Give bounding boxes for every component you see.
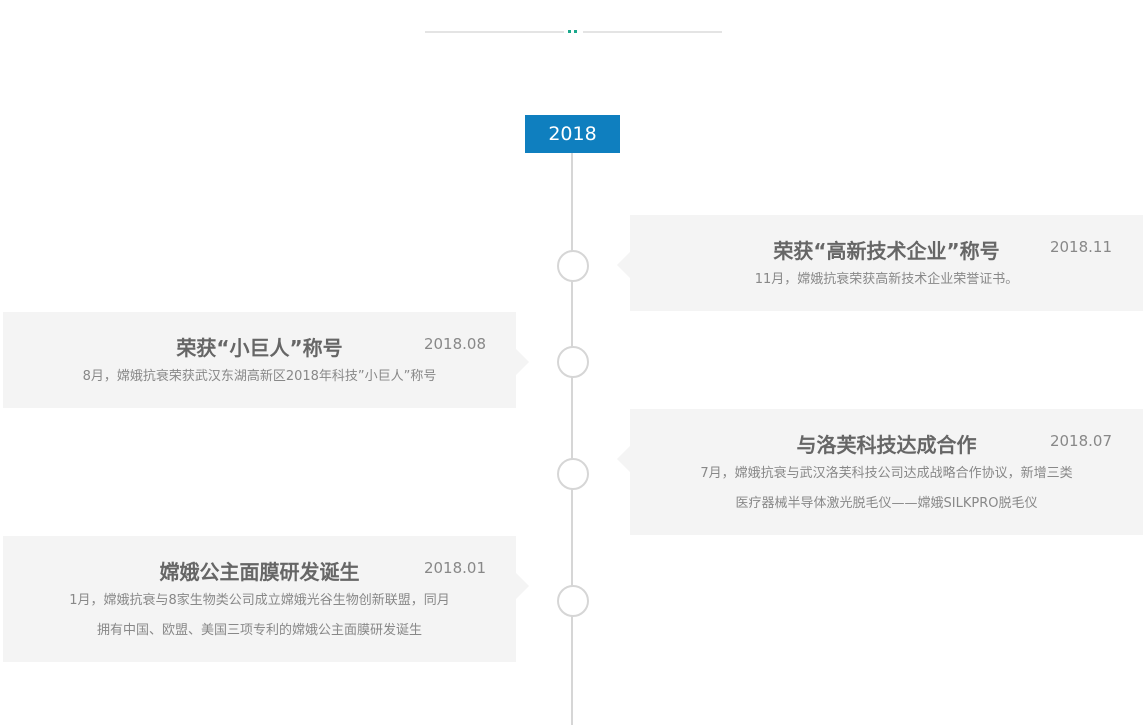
divider-dots bbox=[567, 30, 579, 33]
event-description: 8月，嫦娥抗衰荣获武汉东湖高新区2018年科技”小巨人”称号 bbox=[3, 362, 516, 392]
event-date: 2018.01 bbox=[423, 559, 486, 577]
event-description-line: 1月，嫦娥抗衰与8家生物类公司成立嫦娥光谷生物创新联盟，同月 bbox=[69, 593, 450, 608]
event-description-line: 医疗器械半导体激光脱毛仪——嫦娥SILKPRO脱毛仪 bbox=[735, 496, 1038, 511]
timeline-node bbox=[557, 250, 589, 282]
event-date: 2018.07 bbox=[1049, 432, 1112, 450]
timeline-line bbox=[571, 153, 573, 725]
timeline-node bbox=[557, 585, 589, 617]
timeline-node bbox=[557, 346, 589, 378]
event-description-line: 拥有中国、欧盟、美国三项专利的嫦娥公主面膜研发诞生 bbox=[96, 623, 422, 638]
event-description: 7月，嫦娥抗衰与武汉洛芙科技公司达成战略合作协议，新增三类 医疗器械半导体激光脱… bbox=[630, 459, 1143, 519]
timeline-card: 与洛芙科技达成合作 2018.07 7月，嫦娥抗衰与武汉洛芙科技公司达成战略合作… bbox=[617, 409, 1143, 535]
event-description: 1月，嫦娥抗衰与8家生物类公司成立嫦娥光谷生物创新联盟，同月 拥有中国、欧盟、美… bbox=[3, 586, 516, 646]
event-date: 2018.11 bbox=[1049, 238, 1112, 256]
event-description: 11月，嫦娥抗衰荣获高新技术企业荣誉证书。 bbox=[630, 265, 1143, 295]
event-description-line: 11月，嫦娥抗衰荣获高新技术企业荣誉证书。 bbox=[754, 272, 1019, 287]
timeline-card: 荣获“小巨人”称号 2018.08 8月，嫦娥抗衰荣获武汉东湖高新区2018年科… bbox=[3, 312, 529, 408]
divider-line-left bbox=[425, 31, 564, 33]
divider-line-right bbox=[583, 31, 722, 33]
timeline-card: 嫦娥公主面膜研发诞生 2018.01 1月，嫦娥抗衰与8家生物类公司成立嫦娥光谷… bbox=[3, 536, 529, 662]
timeline-card: 荣获“高新技术企业”称号 2018.11 11月，嫦娥抗衰荣获高新技术企业荣誉证… bbox=[617, 215, 1143, 311]
year-badge[interactable]: 2018 bbox=[525, 115, 620, 153]
event-description-line: 7月，嫦娥抗衰与武汉洛芙科技公司达成战略合作协议，新增三类 bbox=[700, 466, 1073, 481]
event-date: 2018.08 bbox=[423, 335, 486, 353]
timeline-node bbox=[557, 458, 589, 490]
event-description-line: 8月，嫦娥抗衰荣获武汉东湖高新区2018年科技”小巨人”称号 bbox=[82, 369, 437, 384]
